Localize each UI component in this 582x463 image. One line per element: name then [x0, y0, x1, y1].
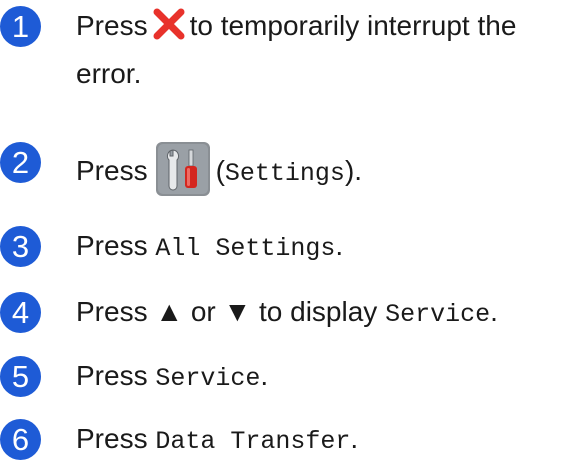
step-text: Press to temporarily interrupt the [76, 6, 516, 46]
step-text: Press All Settings. [76, 230, 344, 263]
step-text: Press (Settings). [76, 142, 362, 196]
step-number: 6 [0, 419, 41, 460]
step-text: Press Service. [76, 360, 269, 393]
step-number: 5 [0, 356, 41, 397]
stop-x-icon [152, 7, 186, 41]
step-text: Press ▲ or ▼ to display Service. [76, 296, 498, 329]
step-number: 1 [0, 6, 41, 47]
step-number: 4 [0, 292, 41, 333]
step-text-continued: error. [76, 58, 142, 89]
step-number: 3 [0, 226, 41, 267]
settings-icon [155, 142, 210, 196]
step-text: Press Data Transfer. [76, 423, 359, 456]
step-number: 2 [0, 142, 41, 183]
